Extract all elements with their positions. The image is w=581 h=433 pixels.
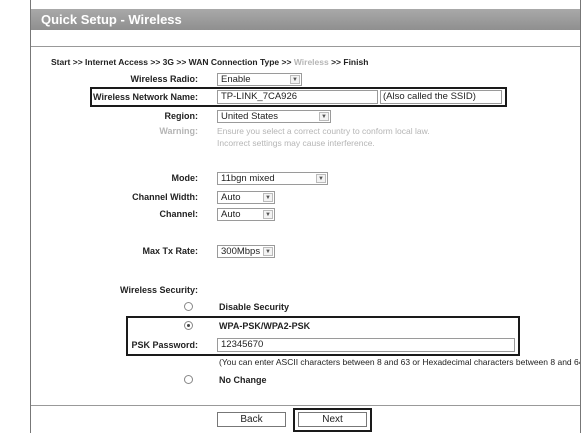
max-tx-rate-label: Max Tx Rate: [142,246,198,256]
channel-value: Auto [221,209,241,220]
max-tx-rate-value: 300Mbps [221,246,261,257]
region-value: United States [221,111,279,122]
divider [31,46,580,47]
chevron-down-icon: ▼ [316,174,326,183]
chevron-down-icon: ▼ [290,75,300,84]
chevron-down-icon: ▼ [319,112,329,121]
wireless-security-label: Wireless Security: [120,285,198,295]
ssid-label: Wireless Network Name: [93,92,198,102]
warning-text-1: Ensure you select a correct country to c… [217,126,430,136]
title-bar: Quick Setup - Wireless [31,9,580,30]
quick-setup-panel: Quick Setup - Wireless Start >> Internet… [30,0,581,433]
channel-select[interactable]: Auto ▼ [217,208,275,221]
channel-width-label: Channel Width: [132,192,198,202]
breadcrumb: Start >> Internet Access >> 3G >> WAN Co… [51,57,368,67]
warning-text-2: Incorrect settings may cause interferenc… [217,138,375,148]
disable-security-label: Disable Security [219,302,290,312]
wpa-psk-radio[interactable] [184,321,193,330]
chevron-down-icon: ▼ [263,193,273,202]
psk-password-label: PSK Password: [131,340,198,350]
wireless-radio-select[interactable]: Enable ▼ [217,73,302,86]
disable-security-radio[interactable] [184,302,193,311]
max-tx-rate-select[interactable]: 300Mbps ▼ [217,245,275,258]
page-title: Quick Setup - Wireless [41,12,182,27]
breadcrumb-steps: Start >> Internet Access >> 3G >> WAN Co… [51,57,292,67]
divider [31,405,580,406]
breadcrumb-finish: >> Finish [331,57,369,67]
channel-label: Channel: [159,209,198,219]
mode-value: 11bgn mixed [221,173,275,184]
region-label: Region: [164,111,199,121]
psk-note: (You can enter ASCII characters between … [219,357,581,367]
no-change-label: No Change [219,375,267,385]
region-select[interactable]: United States ▼ [217,110,331,123]
chevron-down-icon: ▼ [263,210,273,219]
ssid-note: (Also called the SSID) [380,90,502,104]
channel-width-select[interactable]: Auto ▼ [217,191,275,204]
next-button[interactable]: Next [298,412,367,427]
channel-width-value: Auto [221,192,241,203]
ssid-input[interactable]: TP-LINK_7CA926 [217,90,378,104]
psk-password-input[interactable]: 12345670 [217,338,515,352]
no-change-radio[interactable] [184,375,193,384]
mode-select[interactable]: 11bgn mixed ▼ [217,172,328,185]
warning-label: Warning: [159,126,198,136]
chevron-down-icon: ▼ [263,247,273,256]
wireless-radio-label: Wireless Radio: [130,74,198,84]
back-button[interactable]: Back [217,412,286,427]
wpa-psk-label: WPA-PSK/WPA2-PSK [219,321,311,331]
breadcrumb-current: Wireless [293,57,329,67]
wireless-radio-value: Enable [221,74,251,85]
mode-label: Mode: [171,173,199,183]
